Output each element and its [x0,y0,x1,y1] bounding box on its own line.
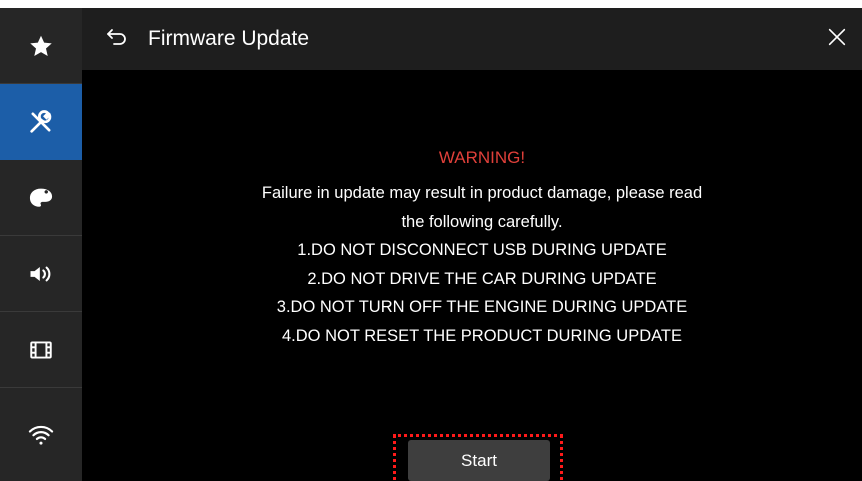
update-content: WARNING! Failure in update may result in… [82,70,862,481]
warning-message: Failure in update may result in product … [82,179,862,350]
page-title: Firmware Update [148,27,310,50]
warning-title: WARNING! [438,148,526,167]
message-line: the following carefully. [401,212,563,231]
message-line: 3.DO NOT TURN OFF THE ENGINE DURING UPDA… [276,298,688,316]
wifi-icon [27,421,55,449]
message-line: 4.DO NOT RESET THE PRODUCT DURING UPDATE [281,326,683,345]
speaker-icon [27,260,55,288]
firmware-update-screen: Firmware Update WARNING! Failure in upda… [0,8,862,481]
sidebar-item-wireless[interactable] [0,388,82,481]
message-line: Failure in update may result in product … [261,184,703,202]
sidebar-item-theme[interactable] [0,160,82,236]
message-line: 2.DO NOT DRIVE THE CAR DURING UPDATE [307,269,657,288]
back-arrow-icon [105,25,129,54]
palette-icon [27,184,55,212]
tools-icon [27,108,55,136]
start-button[interactable]: Start [408,440,550,481]
sidebar-item-favorites[interactable] [0,8,82,84]
sidebar-item-audio[interactable] [0,236,82,312]
sidebar [0,8,82,481]
sidebar-item-video[interactable] [0,312,82,388]
close-button[interactable] [822,24,852,54]
film-icon [28,337,54,363]
close-icon [826,26,848,53]
sidebar-item-settings[interactable] [0,84,82,160]
message-line: 1.DO NOT DISCONNECT USB DURING UPDATE [297,241,667,259]
star-icon [28,33,54,59]
back-button[interactable] [102,24,132,54]
header-bar: Firmware Update [82,8,862,70]
